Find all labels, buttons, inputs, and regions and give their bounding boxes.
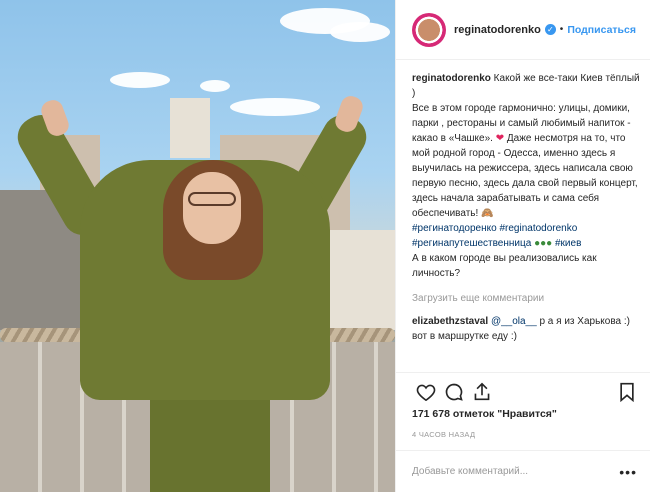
post-header: reginatodorenko ✓ • Подписаться xyxy=(396,0,650,60)
cloud xyxy=(230,98,320,116)
caption: reginatodorenko Какой же все-таки Киев т… xyxy=(412,71,642,281)
header-username[interactable]: reginatodorenko xyxy=(454,24,541,36)
likes-count[interactable]: 171 678 отметок "Нравится" xyxy=(412,408,557,420)
verified-badge-icon: ✓ xyxy=(544,24,556,35)
person-legs xyxy=(150,400,270,492)
post-photo[interactable] xyxy=(0,0,395,492)
post-actions xyxy=(396,372,650,410)
cloud xyxy=(330,22,390,42)
comments-list: reginatodorenko Какой же все-таки Киев т… xyxy=(412,71,642,371)
follow-button[interactable]: Подписаться xyxy=(567,24,636,36)
caption-question: А в каком городе вы реализовались как ли… xyxy=(412,253,597,279)
like-heart-icon[interactable] xyxy=(412,378,440,406)
cloud xyxy=(110,72,170,88)
comment-bubble-icon[interactable] xyxy=(440,378,468,406)
heart-emoji-icon: ❤ xyxy=(495,133,505,144)
person-face xyxy=(183,172,241,244)
building xyxy=(170,98,210,158)
add-comment-bar: ••• xyxy=(396,450,650,492)
caption-body2: Даже несмотря на то, что мой родной горо… xyxy=(412,133,638,219)
post-sidebar: reginatodorenko ✓ • Подписаться reginato… xyxy=(395,0,650,492)
load-more-comments-button[interactable]: Загрузить еще комментарии xyxy=(412,291,642,306)
hashtag-kiev[interactable]: #киев xyxy=(555,238,581,249)
share-icon[interactable] xyxy=(468,378,496,406)
add-comment-input[interactable] xyxy=(412,466,620,477)
hashtags-line2[interactable]: #регинапутешественница xyxy=(412,238,531,249)
green-circle-emoji-icon: ●●● xyxy=(534,238,553,249)
person-glasses xyxy=(188,192,236,206)
comment-mention[interactable]: @__ola__ xyxy=(491,316,537,327)
caption-username[interactable]: reginatodorenko xyxy=(412,73,491,84)
post-timestamp[interactable]: 4 ЧАСОВ НАЗАД xyxy=(412,430,475,439)
hashtags-line1[interactable]: #регинатодоренко #reginatodorenko xyxy=(412,223,577,234)
more-options-icon[interactable]: ••• xyxy=(619,464,637,480)
emoji-icon: 🙈 xyxy=(481,208,494,219)
avatar[interactable] xyxy=(412,12,446,47)
bookmark-icon[interactable] xyxy=(613,378,641,406)
comment-username[interactable]: elizabethzstaval xyxy=(412,316,488,327)
separator-dot: • xyxy=(559,24,564,35)
cloud xyxy=(200,80,230,92)
comment-item: elizabethzstaval @__ola__ р а я из Харьк… xyxy=(412,314,642,344)
